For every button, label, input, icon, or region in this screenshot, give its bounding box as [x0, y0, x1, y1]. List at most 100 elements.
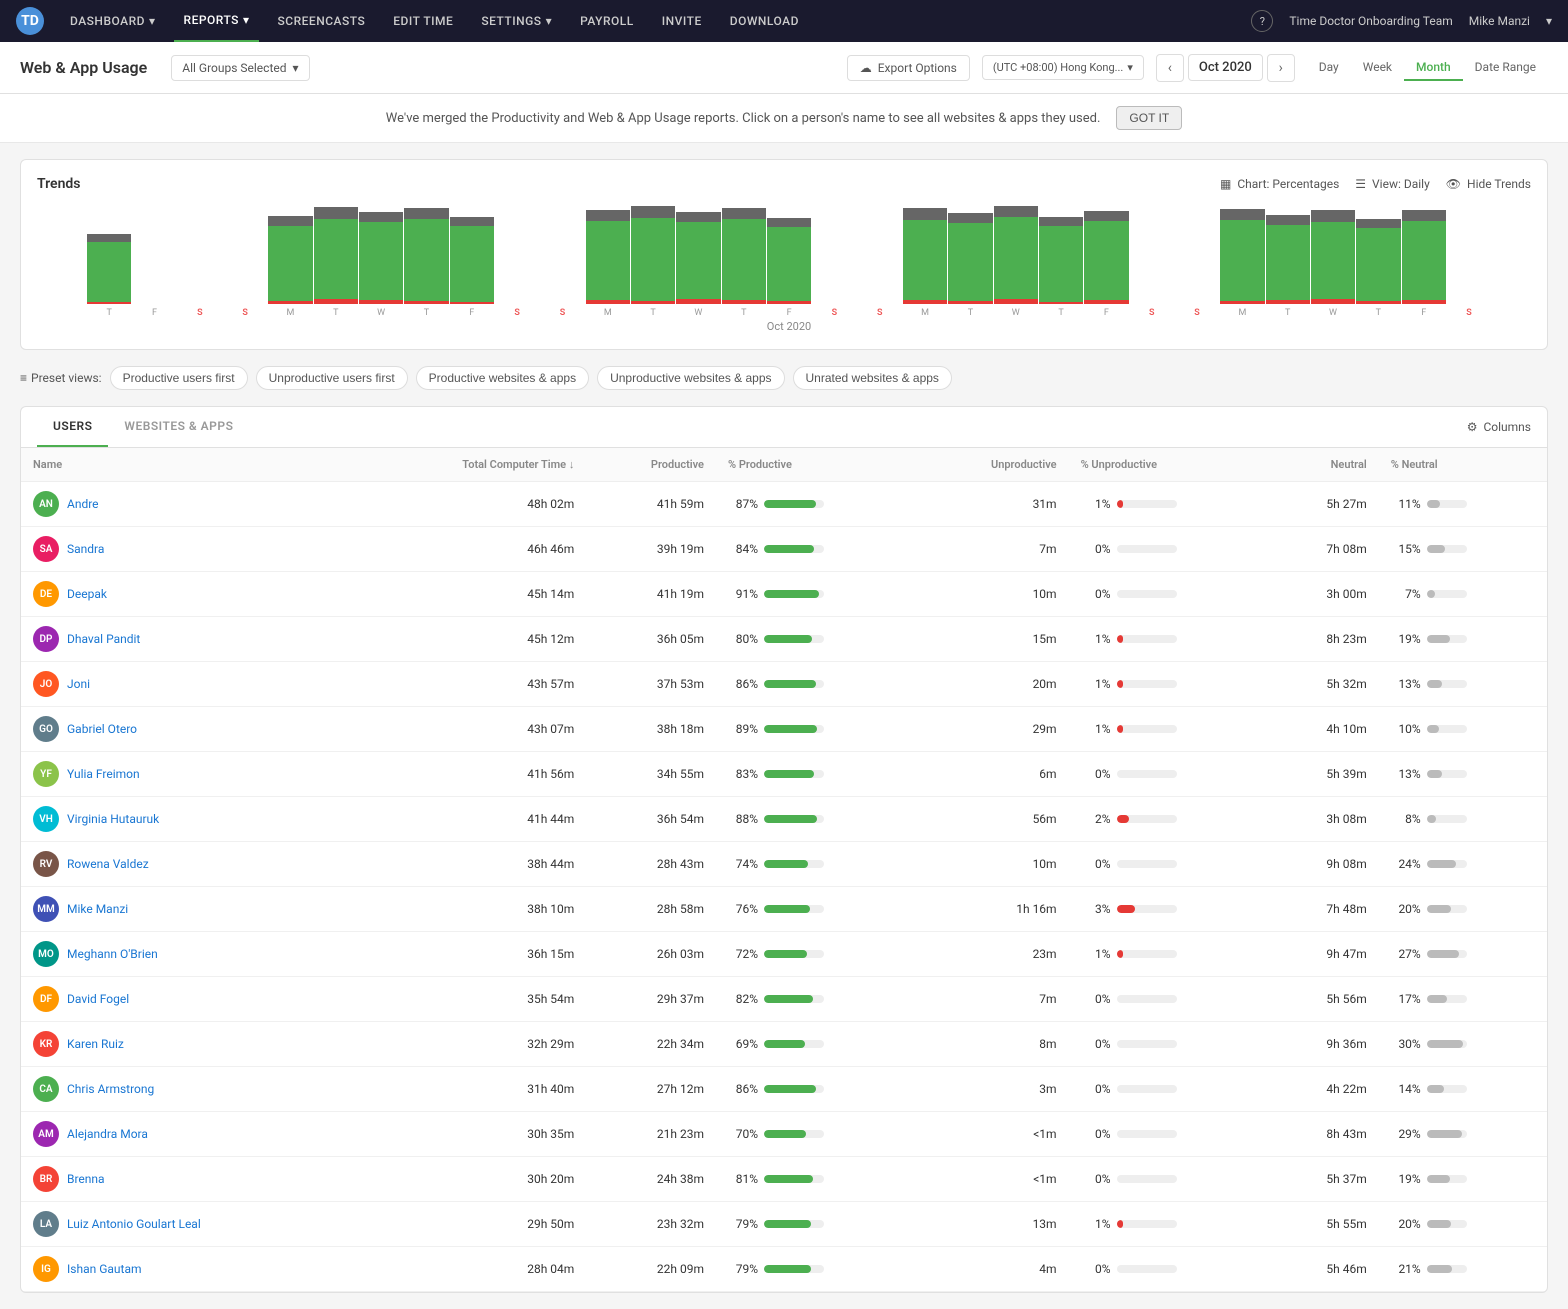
tab-users[interactable]: USERS — [37, 407, 108, 447]
timezone-selector[interactable]: (UTC +08:00) Hong Kong... ▾ — [982, 55, 1144, 80]
nav-screencasts[interactable]: SCREENCASTS — [267, 0, 375, 42]
table-header-row: Name Total Computer Time ↓ Productive % … — [21, 448, 1547, 482]
table-row: IG Ishan Gautam 28h 04m22h 09m 79% 4m 0%… — [21, 1247, 1547, 1292]
main-content: Trends ▦ Chart: Percentages ☰ View: Dail… — [0, 143, 1568, 1309]
unproductive-time: 8m — [918, 1022, 1069, 1067]
user-name-label[interactable]: Meghann O'Brien — [67, 947, 158, 961]
user-name-label[interactable]: Sandra — [67, 542, 104, 556]
user-name-label[interactable]: Joni — [67, 677, 90, 691]
neutral-time: 5h 32m — [1270, 662, 1378, 707]
user-name-label[interactable]: Luiz Antonio Goulart Leal — [67, 1217, 201, 1231]
user-cell: MM Mike Manzi — [33, 896, 345, 922]
pct-unproductive: 1% — [1069, 662, 1271, 707]
pct-productive: 86% — [716, 1067, 918, 1112]
tab-date-range[interactable]: Date Range — [1463, 55, 1548, 81]
total-time: 30h 35m — [357, 1112, 586, 1157]
group-selector[interactable]: All Groups Selected ▾ — [171, 55, 309, 81]
col-pct-unproductive[interactable]: % Unproductive — [1069, 448, 1271, 482]
col-total-time[interactable]: Total Computer Time ↓ — [357, 448, 586, 482]
help-icon[interactable]: ? — [1251, 10, 1273, 32]
table-row: LA Luiz Antonio Goulart Leal 29h 50m23h … — [21, 1202, 1547, 1247]
col-neutral[interactable]: Neutral — [1270, 448, 1378, 482]
pct-unproductive: 0% — [1069, 1247, 1271, 1292]
productive-time: 22h 09m — [586, 1247, 716, 1292]
view-tabs: Day Week Month Date Range — [1307, 55, 1548, 81]
pct-unproductive: 0% — [1069, 1112, 1271, 1157]
user-name-label[interactable]: Yulia Freimon — [67, 767, 140, 781]
pct-unproductive: 1% — [1069, 932, 1271, 977]
nav-edit-time[interactable]: EDIT TIME — [383, 0, 463, 42]
user-name-label[interactable]: Mike Manzi — [67, 902, 128, 916]
col-pct-neutral[interactable]: % Neutral — [1379, 448, 1547, 482]
total-time: 32h 29m — [357, 1022, 586, 1067]
nav-settings[interactable]: SETTINGS ▾ — [471, 0, 562, 42]
tab-month[interactable]: Month — [1404, 55, 1463, 81]
pct-unproductive: 0% — [1069, 1067, 1271, 1112]
user-name[interactable]: Mike Manzi — [1469, 14, 1530, 28]
pct-productive: 89% — [716, 707, 918, 752]
productive-time: 29h 37m — [586, 977, 716, 1022]
view-daily-button[interactable]: ☰ View: Daily — [1355, 177, 1430, 191]
preset-productive-websites[interactable]: Productive websites & apps — [416, 366, 589, 390]
date-navigation: ‹ Oct 2020 › — [1156, 54, 1295, 82]
user-name-label[interactable]: Brenna — [67, 1172, 105, 1186]
export-button[interactable]: ☁ Export Options — [847, 55, 970, 81]
unproductive-time: <1m — [918, 1112, 1069, 1157]
pct-unproductive: 0% — [1069, 752, 1271, 797]
user-cell: DF David Fogel — [33, 986, 345, 1012]
user-name-label[interactable]: David Fogel — [67, 992, 129, 1006]
preset-unproductive-websites[interactable]: Unproductive websites & apps — [597, 366, 784, 390]
nav-download[interactable]: DOWNLOAD — [720, 0, 809, 42]
nav-invite[interactable]: INVITE — [652, 0, 712, 42]
col-unproductive[interactable]: Unproductive — [918, 448, 1069, 482]
table-row: MM Mike Manzi 38h 10m28h 58m 76% 1h 16m … — [21, 887, 1547, 932]
nav-payroll[interactable]: PAYROLL — [570, 0, 644, 42]
columns-button[interactable]: ⚙ Columns — [1467, 407, 1531, 447]
user-name-label[interactable]: Andre — [67, 497, 99, 511]
table-row: AM Alejandra Mora 30h 35m21h 23m 70% <1m… — [21, 1112, 1547, 1157]
neutral-time: 5h 46m — [1270, 1247, 1378, 1292]
table-row: GO Gabriel Otero 43h 07m38h 18m 89% 29m … — [21, 707, 1547, 752]
pct-unproductive: 0% — [1069, 572, 1271, 617]
user-name-label[interactable]: Dhaval Pandit — [67, 632, 140, 646]
neutral-time: 4h 10m — [1270, 707, 1378, 752]
productive-time: 27h 12m — [586, 1067, 716, 1112]
next-date-button[interactable]: › — [1267, 54, 1295, 82]
got-it-button[interactable]: GOT IT — [1116, 106, 1182, 130]
user-name-label[interactable]: Gabriel Otero — [67, 722, 137, 736]
user-name-label[interactable]: Ishan Gautam — [67, 1262, 142, 1276]
user-menu-icon[interactable]: ▾ — [1546, 14, 1552, 28]
preset-unrated-websites[interactable]: Unrated websites & apps — [793, 366, 952, 390]
neutral-time: 9h 08m — [1270, 842, 1378, 887]
col-pct-productive[interactable]: % Productive — [716, 448, 918, 482]
table-row: VH Virginia Hutauruk 41h 44m36h 54m 88% … — [21, 797, 1547, 842]
user-name-label[interactable]: Deepak — [67, 587, 107, 601]
preset-productive-users[interactable]: Productive users first — [110, 366, 248, 390]
productive-time: 41h 19m — [586, 572, 716, 617]
user-name-label[interactable]: Virginia Hutauruk — [67, 812, 159, 826]
user-name-label[interactable]: Karen Ruiz — [67, 1037, 124, 1051]
info-banner: We've merged the Productivity and Web & … — [0, 94, 1568, 143]
current-date: Oct 2020 — [1188, 54, 1263, 81]
preset-unproductive-users[interactable]: Unproductive users first — [256, 366, 408, 390]
tab-day[interactable]: Day — [1307, 55, 1351, 81]
unproductive-time: 1h 16m — [918, 887, 1069, 932]
tab-websites-apps[interactable]: WEBSITES & APPS — [108, 407, 249, 447]
pct-unproductive: 1% — [1069, 617, 1271, 662]
pct-productive: 88% — [716, 797, 918, 842]
user-name-label[interactable]: Rowena Valdez — [67, 857, 149, 871]
pct-productive: 69% — [716, 1022, 918, 1067]
user-name-label[interactable]: Alejandra Mora — [67, 1127, 148, 1141]
pct-neutral: 30% — [1379, 1022, 1547, 1067]
nav-dashboard[interactable]: DASHBOARD ▾ — [60, 0, 166, 42]
tab-week[interactable]: Week — [1351, 55, 1404, 81]
col-productive[interactable]: Productive — [586, 448, 716, 482]
prev-date-button[interactable]: ‹ — [1156, 54, 1184, 82]
unproductive-time: 13m — [918, 1202, 1069, 1247]
unproductive-time: 20m — [918, 662, 1069, 707]
col-name[interactable]: Name — [21, 448, 357, 482]
chart-percentages-button[interactable]: ▦ Chart: Percentages — [1220, 177, 1339, 191]
productive-time: 26h 03m — [586, 932, 716, 977]
nav-reports[interactable]: REPORTS ▾ — [174, 0, 260, 42]
hide-trends-button[interactable]: 👁 Hide Trends — [1446, 177, 1531, 191]
